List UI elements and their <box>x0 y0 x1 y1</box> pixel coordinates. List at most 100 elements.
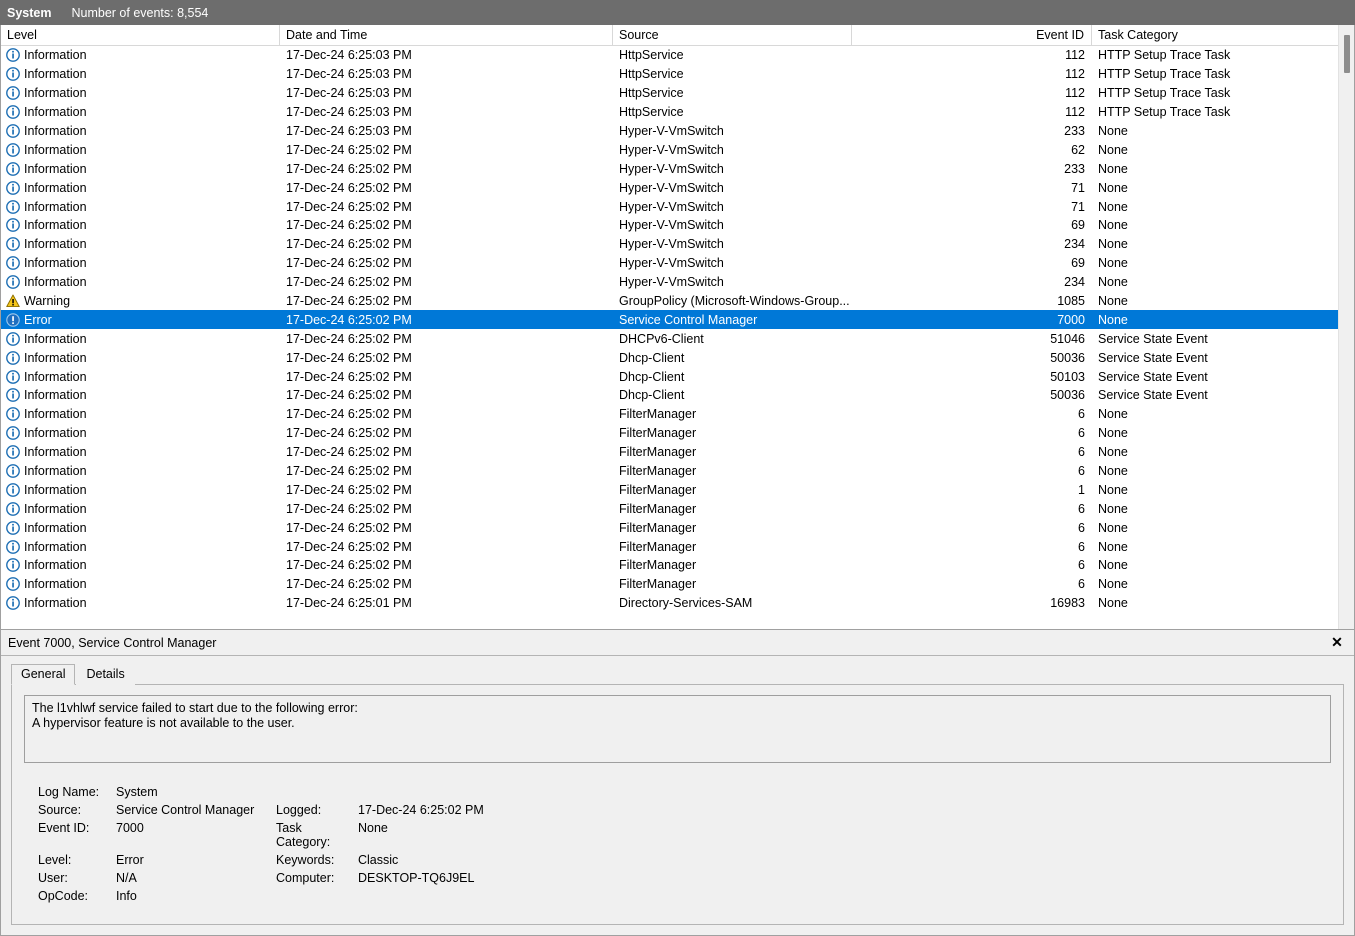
table-row[interactable]: Information 17-Dec-24 6:25:02 PM Hyper-V-V… <box>1 216 1354 235</box>
cell-level: Information <box>1 424 280 443</box>
table-row[interactable]: Information 17-Dec-24 6:25:03 PM HttpServi… <box>1 65 1354 84</box>
event-list-header: Level Date and Time Source Event ID Task… <box>1 25 1354 46</box>
cell-level: Information <box>1 575 280 594</box>
table-row[interactable]: Information 17-Dec-24 6:25:01 PM Directory… <box>1 594 1354 613</box>
cell-date-time: 17-Dec-24 6:25:02 PM <box>286 142 412 157</box>
scrollbar-thumb[interactable] <box>1344 35 1350 73</box>
cell-task-category: None <box>1098 407 1128 422</box>
cell-event-id: 7000 <box>1057 312 1085 327</box>
cell-event-id: 62 <box>1071 142 1085 157</box>
table-row[interactable]: Information 17-Dec-24 6:25:03 PM HttpServi… <box>1 84 1354 103</box>
table-row[interactable]: Warning 17-Dec-24 6:25:02 PM GroupPolicy (… <box>1 292 1354 311</box>
information-icon <box>6 67 20 82</box>
meta-value-keywords: Classic <box>358 853 399 867</box>
cell-event-id: 112 <box>1065 86 1085 101</box>
cell-date-time: 17-Dec-24 6:25:02 PM <box>286 180 412 195</box>
cell-source: FilterManager <box>619 520 697 535</box>
cell-level: Information <box>1 178 280 197</box>
cell-event-id: 6 <box>1078 407 1085 422</box>
cell-level: Information <box>1 480 280 499</box>
table-row[interactable]: Information 17-Dec-24 6:25:03 PM Hyper-V-V… <box>1 122 1354 141</box>
information-icon <box>6 501 20 516</box>
cell-level: Information <box>1 140 280 159</box>
information-icon <box>6 105 20 120</box>
cell-level-label: Information <box>24 520 87 535</box>
column-header-level[interactable]: Level <box>1 25 280 45</box>
cell-level-label: Information <box>24 161 87 176</box>
cell-date-time: 17-Dec-24 6:25:02 PM <box>286 331 412 346</box>
table-row[interactable]: Error 17-Dec-24 6:25:02 PM Service Control… <box>1 310 1354 330</box>
table-row[interactable]: Information 17-Dec-24 6:25:02 PM FilterMan… <box>1 537 1354 556</box>
column-header-source[interactable]: Source <box>613 25 852 45</box>
table-row[interactable]: Information 17-Dec-24 6:25:02 PM Hyper-V-V… <box>1 159 1354 178</box>
cell-level-label: Information <box>24 86 87 101</box>
cell-date-time: 17-Dec-24 6:25:02 PM <box>286 161 412 176</box>
cell-source: FilterManager <box>619 407 697 422</box>
cell-source: FilterManager <box>619 558 697 573</box>
column-header-date-time[interactable]: Date and Time <box>280 25 613 45</box>
tab-general[interactable]: General <box>11 664 76 685</box>
cell-event-id: 71 <box>1071 180 1085 195</box>
cell-date-time: 17-Dec-24 6:25:02 PM <box>286 407 412 422</box>
cell-level-label: Information <box>24 105 87 120</box>
table-row[interactable]: Information 17-Dec-24 6:25:02 PM Dhcp-Clie… <box>1 348 1354 367</box>
table-row[interactable]: Information 17-Dec-24 6:25:02 PM FilterMan… <box>1 424 1354 443</box>
event-detail-title: Event 7000, Service Control Manager <box>8 635 217 650</box>
meta-value-logged: 17-Dec-24 6:25:02 PM <box>358 803 484 817</box>
table-row[interactable]: Information 17-Dec-24 6:25:02 PM Hyper-V-V… <box>1 140 1354 159</box>
table-row[interactable]: Information 17-Dec-24 6:25:03 PM HttpServi… <box>1 103 1354 122</box>
error-icon <box>6 313 20 327</box>
cell-source: FilterManager <box>619 501 697 516</box>
cell-task-category: None <box>1098 237 1128 252</box>
table-row[interactable]: Information 17-Dec-24 6:25:02 PM FilterMan… <box>1 556 1354 575</box>
table-row[interactable]: Information 17-Dec-24 6:25:02 PM Dhcp-Clie… <box>1 386 1354 405</box>
table-row[interactable]: Information 17-Dec-24 6:25:02 PM Hyper-V-V… <box>1 197 1354 216</box>
cell-event-id: 6 <box>1078 539 1085 554</box>
cell-task-category: None <box>1098 256 1128 271</box>
cell-date-time: 17-Dec-24 6:25:02 PM <box>286 464 412 479</box>
cell-source: HttpService <box>619 67 684 82</box>
tab-details[interactable]: Details <box>76 664 135 685</box>
column-header-task-category[interactable]: Task Category <box>1092 25 1329 45</box>
cell-source: Dhcp-Client <box>619 350 685 365</box>
column-header-event-id[interactable]: Event ID <box>852 25 1092 45</box>
cell-date-time: 17-Dec-24 6:25:02 PM <box>286 294 412 309</box>
cell-task-category: None <box>1098 577 1128 592</box>
cell-level-label: Information <box>24 237 87 252</box>
cell-source: HttpService <box>619 105 684 120</box>
table-row[interactable]: Information 17-Dec-24 6:25:02 PM DHCPv6-Cl… <box>1 329 1354 348</box>
table-row[interactable]: Information 17-Dec-24 6:25:02 PM Hyper-V-V… <box>1 273 1354 292</box>
cell-task-category: None <box>1098 124 1128 138</box>
cell-source: Dhcp-Client <box>619 388 685 403</box>
table-row[interactable]: Information 17-Dec-24 6:25:03 PM HttpServi… <box>1 46 1354 65</box>
cell-level: Information <box>1 159 280 178</box>
cell-source: FilterManager <box>619 577 697 592</box>
table-row[interactable]: Information 17-Dec-24 6:25:02 PM FilterMan… <box>1 405 1354 424</box>
table-row[interactable]: Information 17-Dec-24 6:25:02 PM FilterMan… <box>1 575 1354 594</box>
information-icon <box>6 558 20 573</box>
cell-level-label: Information <box>24 67 87 82</box>
information-icon <box>6 350 20 365</box>
cell-task-category: None <box>1098 501 1128 516</box>
table-row[interactable]: Information 17-Dec-24 6:25:02 PM FilterMan… <box>1 462 1354 481</box>
table-row[interactable]: Information 17-Dec-24 6:25:02 PM FilterMan… <box>1 443 1354 462</box>
cell-date-time: 17-Dec-24 6:25:02 PM <box>286 445 412 460</box>
table-row[interactable]: Information 17-Dec-24 6:25:02 PM Hyper-V-V… <box>1 254 1354 273</box>
table-row[interactable]: Information 17-Dec-24 6:25:02 PM FilterMan… <box>1 480 1354 499</box>
table-row[interactable]: Information 17-Dec-24 6:25:02 PM Dhcp-Clie… <box>1 367 1354 386</box>
event-list-scrollbar[interactable] <box>1338 25 1354 629</box>
cell-level: Information <box>1 65 280 84</box>
table-row[interactable]: Information 17-Dec-24 6:25:02 PM FilterMan… <box>1 518 1354 537</box>
table-row[interactable]: Information 17-Dec-24 6:25:02 PM Hyper-V-V… <box>1 235 1354 254</box>
cell-level: Information <box>1 216 280 235</box>
information-icon <box>6 369 20 384</box>
table-row[interactable]: Information 17-Dec-24 6:25:02 PM Hyper-V-V… <box>1 178 1354 197</box>
cell-level-label: Information <box>24 426 87 441</box>
information-icon <box>6 596 20 611</box>
information-icon <box>6 237 20 252</box>
table-row[interactable]: Information 17-Dec-24 6:25:02 PM FilterMan… <box>1 499 1354 518</box>
cell-level-label: Information <box>24 445 87 460</box>
information-icon <box>6 464 20 478</box>
cell-event-id: 1 <box>1078 482 1085 497</box>
close-icon[interactable]: ✕ <box>1323 630 1351 655</box>
